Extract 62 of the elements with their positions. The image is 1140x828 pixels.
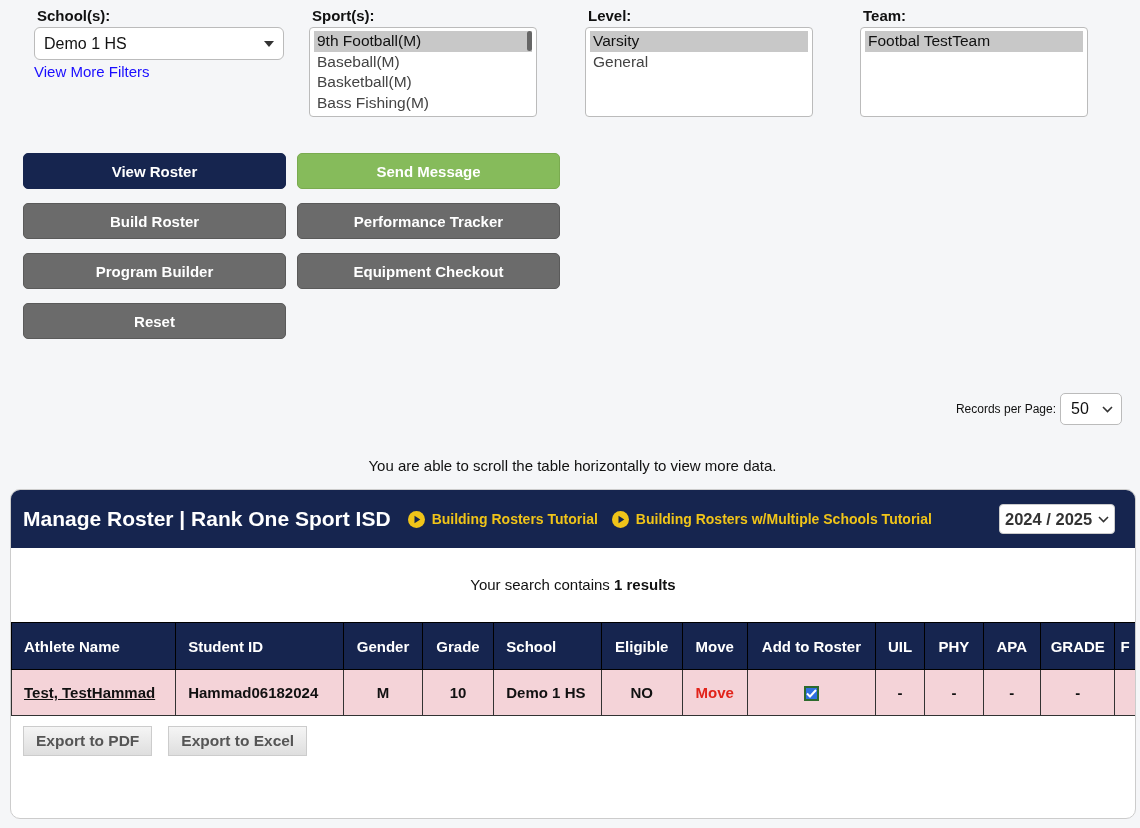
year-select[interactable]: 2024 / 2025 [999, 504, 1115, 534]
view-more-filters-link[interactable]: View More Filters [34, 63, 150, 80]
list-option[interactable]: Varsity [590, 31, 808, 52]
column-header: APA [983, 622, 1041, 670]
filter-label: Level: [588, 7, 632, 24]
column-header: Athlete Name [11, 622, 176, 670]
play-icon [611, 510, 629, 528]
column-header: Add to Roster [747, 622, 876, 670]
filter-label: Team: [863, 7, 907, 24]
column-header: PHY [924, 622, 984, 670]
tutorial-link[interactable]: Building Rosters w/Multiple Schools Tutorial [611, 510, 932, 528]
column-header: Student ID [175, 622, 344, 670]
column-header: F [1115, 622, 1135, 670]
tutorial-link[interactable]: Building Rosters Tutorial [407, 510, 598, 528]
export-button[interactable]: Export to Excel [168, 726, 308, 756]
action-button[interactable]: Performance Tracker [297, 203, 560, 239]
action-button[interactable]: Equipment Checkout [297, 253, 560, 289]
column-header: School [493, 622, 602, 670]
list-option[interactable]: Basketball(M) [314, 72, 532, 93]
list-option[interactable]: 9th Football(M) [314, 31, 532, 52]
table-cell: - [924, 669, 984, 716]
records-per-page-select[interactable]: 50 [1060, 393, 1122, 425]
listbox[interactable]: Varsity General [585, 27, 813, 117]
table-cell: - [983, 669, 1041, 716]
chevron-icon [1098, 515, 1109, 523]
panel-title: Manage Roster | Rank One Sport ISD [23, 507, 391, 531]
table-cell: M [343, 669, 423, 716]
column-header: Eligible [601, 622, 683, 670]
list-option[interactable]: Bass Fishing(M) [314, 92, 532, 113]
table-cell: Demo 1 HS [493, 669, 602, 716]
filter-label: Sport(s): [312, 7, 375, 24]
records-per-page-label: Records per Page: [955, 402, 1056, 416]
column-header: UIL [875, 622, 925, 670]
athlete-link[interactable]: Test, TestHammad [24, 684, 156, 701]
list-option[interactable]: Footbal TestTeam [865, 31, 1083, 52]
list-option[interactable]: Baseball(M) [314, 51, 532, 72]
action-button[interactable]: Program Builder [23, 253, 286, 289]
export-button[interactable]: Export to PDF [23, 726, 153, 756]
scrollbar-thumb[interactable] [527, 31, 532, 51]
action-button[interactable]: Reset [23, 303, 286, 339]
column-header: Grade [422, 622, 494, 670]
caret-icon [264, 40, 274, 47]
scroll-hint: You are able to scroll the table horizontally to view more data. [367, 457, 778, 474]
school-dropdown[interactable]: Demo 1 HS [34, 27, 284, 60]
column-header: Gender [343, 622, 423, 670]
listbox[interactable]: 9th Football(M) Baseball(M) Basketball(M) Bass Fishing(M) [309, 27, 537, 117]
table-cell: Hammad06182024 [175, 669, 344, 716]
table-cell: - [875, 669, 925, 716]
table-cell: - [1040, 669, 1115, 716]
action-button[interactable]: Build Roster [23, 203, 286, 239]
play-icon [407, 510, 425, 528]
table-cell: 10 [422, 669, 494, 716]
listbox[interactable]: Footbal TestTeam [860, 27, 1088, 117]
search-summary: Your search contains 1 results [469, 575, 677, 595]
filter-label: School(s): [37, 7, 111, 24]
column-header: GRADE [1040, 622, 1115, 670]
list-option[interactable]: General [590, 51, 808, 72]
table-cell: NO [601, 669, 683, 716]
chevron-icon [1102, 405, 1113, 413]
action-button[interactable]: View Roster [23, 153, 286, 189]
column-header: Move [682, 622, 748, 670]
add-to-roster-checkbox[interactable] [803, 686, 819, 702]
